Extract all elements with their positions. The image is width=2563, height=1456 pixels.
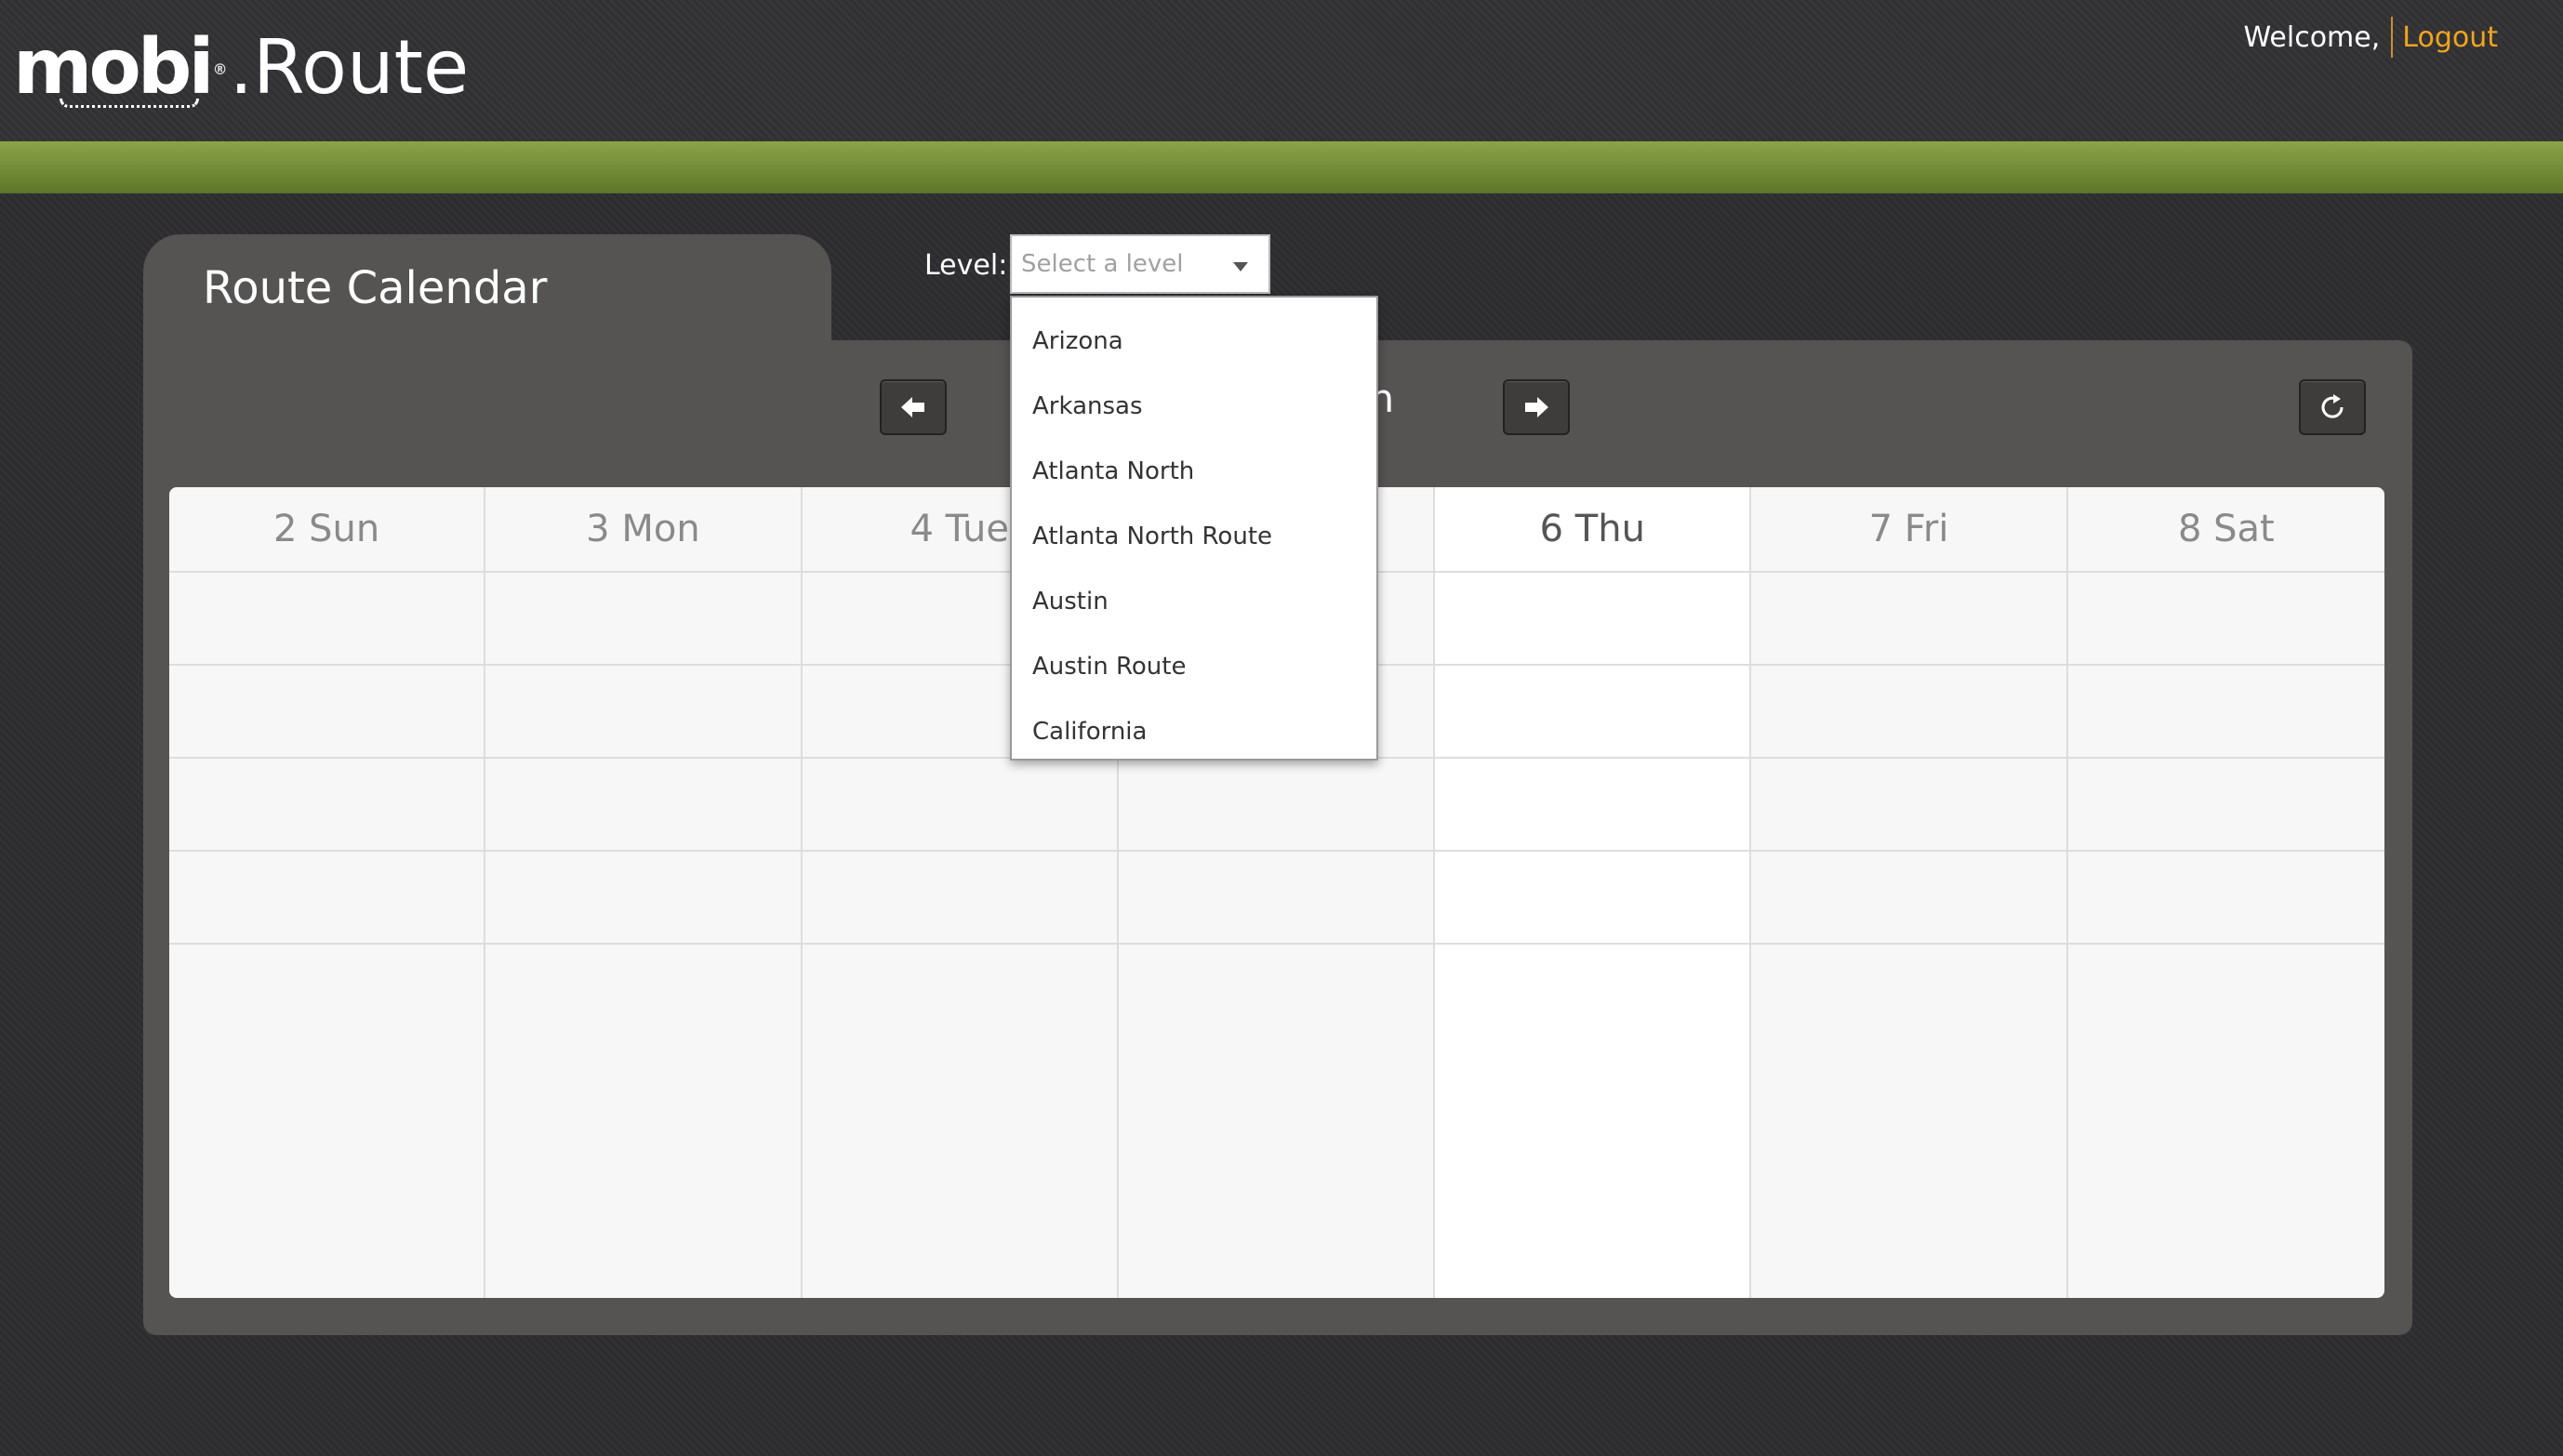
level-select[interactable]: Select a level bbox=[1010, 234, 1270, 294]
time-slot[interactable] bbox=[1118, 852, 1434, 945]
day-header[interactable]: 6 Thu bbox=[1435, 487, 1750, 573]
time-slot[interactable] bbox=[1435, 666, 1750, 759]
level-option[interactable]: Arizona bbox=[1012, 309, 1376, 374]
app-header: mobi ® .Route Welcome, Logout bbox=[0, 0, 2563, 141]
day-header[interactable]: 2 Sun bbox=[169, 487, 485, 573]
logo-mobi-text: mobi ® bbox=[13, 23, 228, 112]
day-header[interactable]: 7 Fri bbox=[1751, 487, 2066, 573]
level-option[interactable]: Atlanta North bbox=[1012, 439, 1376, 504]
time-slot[interactable] bbox=[1118, 759, 1434, 852]
level-option[interactable]: Arkansas bbox=[1012, 374, 1376, 439]
day-header[interactable]: 8 Sat bbox=[2067, 487, 2384, 573]
time-slot[interactable] bbox=[1751, 573, 2066, 666]
time-slot[interactable] bbox=[485, 666, 801, 759]
time-slot[interactable] bbox=[1751, 759, 2066, 852]
time-slot[interactable] bbox=[2067, 852, 2384, 945]
time-slot[interactable] bbox=[2068, 945, 2384, 1298]
time-slot[interactable] bbox=[169, 759, 485, 852]
level-option[interactable]: Austin Route bbox=[1012, 634, 1376, 699]
mobi-route-logo[interactable]: mobi ® .Route bbox=[13, 26, 469, 119]
arrow-left-icon bbox=[901, 397, 924, 417]
logout-link[interactable]: Logout bbox=[2402, 21, 2498, 54]
day-column[interactable]: 7 Fri bbox=[1751, 487, 2068, 1298]
user-welcome: Welcome, Logout bbox=[2244, 17, 2498, 58]
refresh-icon bbox=[2321, 394, 2344, 418]
time-slot[interactable] bbox=[169, 852, 485, 945]
welcome-text: Welcome, bbox=[2243, 20, 2381, 54]
time-slot[interactable] bbox=[1751, 666, 2066, 759]
time-slot[interactable] bbox=[1435, 945, 1749, 1298]
time-slot[interactable] bbox=[485, 945, 800, 1298]
prev-week-button[interactable] bbox=[880, 379, 947, 435]
time-slot[interactable] bbox=[485, 852, 801, 945]
time-slot[interactable] bbox=[1435, 852, 1750, 945]
day-column[interactable]: 2 Sun bbox=[169, 487, 486, 1298]
day-column-today[interactable]: 6 Thu bbox=[1435, 487, 1752, 1298]
time-slot[interactable] bbox=[169, 945, 484, 1298]
time-slot[interactable] bbox=[1751, 852, 2066, 945]
level-option[interactable]: Austin bbox=[1012, 569, 1376, 634]
time-slot[interactable] bbox=[1119, 945, 1433, 1298]
refresh-button[interactable] bbox=[2299, 379, 2366, 435]
time-slot[interactable] bbox=[802, 759, 1117, 852]
next-week-button[interactable] bbox=[1503, 379, 1570, 435]
logo-road-underline bbox=[60, 99, 199, 108]
time-slot[interactable] bbox=[2067, 759, 2384, 852]
arrow-right-icon bbox=[1525, 397, 1548, 417]
level-dropdown-menu: Arizona Arkansas Atlanta North Atlanta N… bbox=[1010, 296, 1378, 761]
time-slot[interactable] bbox=[1435, 759, 1750, 852]
welcome-divider bbox=[2391, 17, 2394, 58]
level-label: Level: bbox=[924, 249, 1008, 282]
level-select-placeholder: Select a level bbox=[1021, 250, 1184, 278]
logo-route-text: .Route bbox=[229, 24, 470, 111]
time-slot[interactable] bbox=[802, 852, 1117, 945]
chevron-down-icon bbox=[1233, 262, 1248, 271]
time-slot[interactable] bbox=[169, 666, 485, 759]
level-option[interactable]: California bbox=[1012, 699, 1376, 764]
time-slot[interactable] bbox=[169, 573, 485, 666]
time-slot[interactable] bbox=[485, 759, 801, 852]
green-accent-bar bbox=[0, 141, 2563, 193]
day-column[interactable]: 8 Sat bbox=[2067, 487, 2384, 1298]
day-column[interactable]: 3 Mon bbox=[485, 487, 803, 1298]
time-slot[interactable] bbox=[2067, 666, 2384, 759]
page-title: Route Calendar bbox=[203, 262, 548, 314]
time-slot[interactable] bbox=[1751, 945, 2065, 1298]
time-slot[interactable] bbox=[2067, 573, 2384, 666]
time-slot[interactable] bbox=[485, 573, 801, 666]
registered-mark: ® bbox=[212, 60, 228, 78]
time-slot[interactable] bbox=[1435, 573, 1750, 666]
day-header[interactable]: 3 Mon bbox=[485, 487, 801, 573]
level-option[interactable]: Atlanta North Route bbox=[1012, 504, 1376, 569]
time-slot[interactable] bbox=[803, 945, 1117, 1298]
